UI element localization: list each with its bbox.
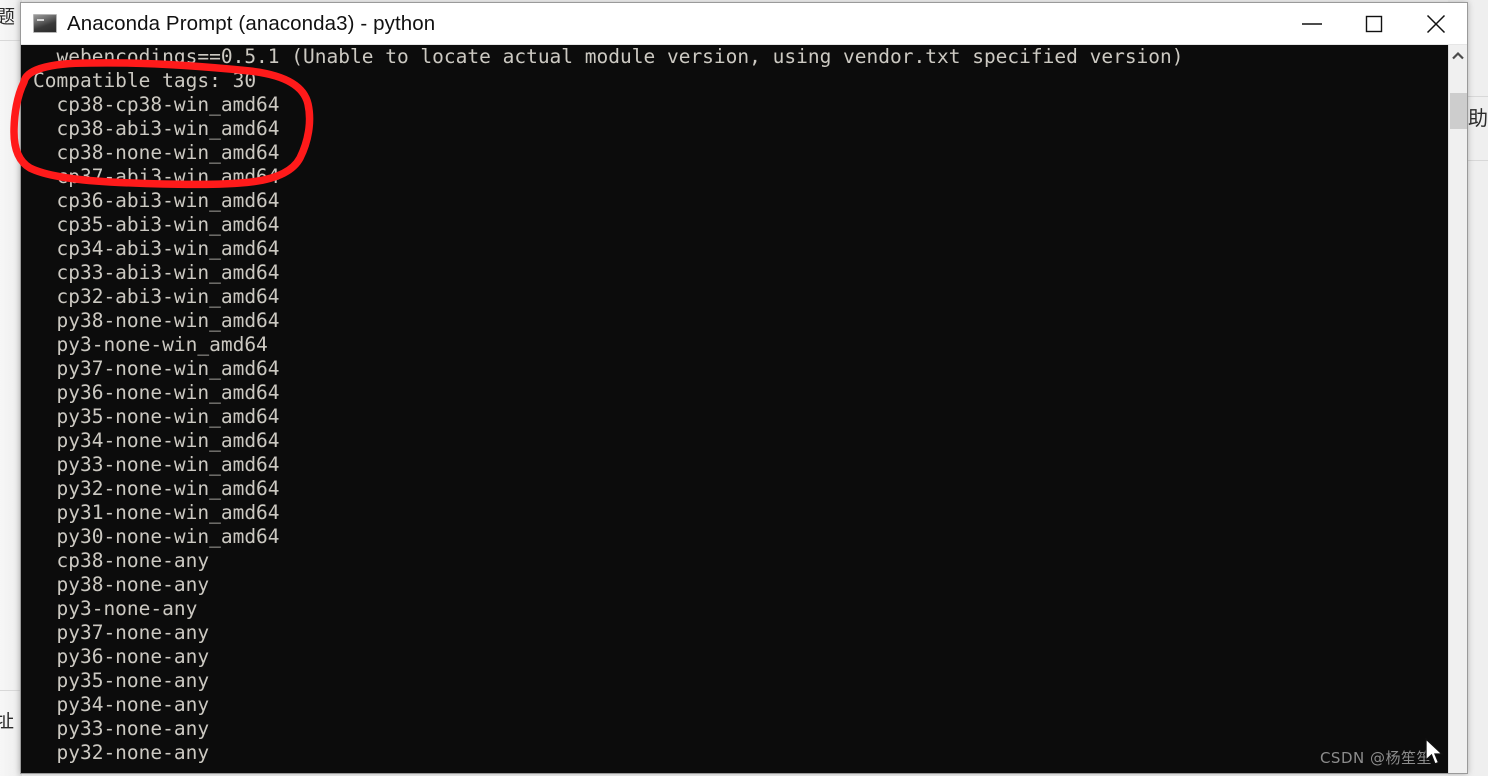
scrollbar-up-button[interactable] (1449, 45, 1467, 67)
anaconda-prompt-window: Anaconda Prompt (anaconda3) - python web… (20, 2, 1468, 774)
console-line: cp36-abi3-win_amd64 (33, 189, 280, 212)
console-line: py37-none-win_amd64 (33, 357, 280, 380)
maximize-button[interactable] (1343, 3, 1405, 44)
console-line: cp38-abi3-win_amd64 (33, 117, 280, 140)
console-text: webencodings==0.5.1 (Unable to locate ac… (33, 45, 1184, 765)
console-line: py33-none-win_amd64 (33, 453, 280, 476)
console-line: cp32-abi3-win_amd64 (33, 285, 280, 308)
console-line: py34-none-any (33, 693, 210, 716)
window-titlebar[interactable]: Anaconda Prompt (anaconda3) - python (21, 3, 1467, 45)
chevron-up-icon (1451, 51, 1465, 61)
console-line: py3-none-win_amd64 (33, 333, 268, 356)
minimize-button[interactable] (1281, 3, 1343, 44)
console-line: py33-none-any (33, 717, 210, 740)
background-divider (0, 690, 22, 691)
background-glyph-top-left: 题 (0, 8, 16, 27)
console-line: py38-none-any (33, 573, 210, 596)
console-output-area[interactable]: webencodings==0.5.1 (Unable to locate ac… (21, 45, 1467, 773)
console-icon (33, 14, 57, 33)
console-line: cp38-cp38-win_amd64 (33, 93, 280, 116)
background-left-strip (0, 0, 22, 776)
close-icon (1425, 13, 1447, 35)
console-line: cp33-abi3-win_amd64 (33, 261, 280, 284)
csdn-watermark: CSDN @杨笙笙 (1319, 749, 1432, 767)
console-line: py35-none-win_amd64 (33, 405, 280, 428)
console-line: Compatible tags: 30 (33, 69, 257, 92)
console-line: py36-none-win_amd64 (33, 381, 280, 404)
console-line: py35-none-any (33, 669, 210, 692)
console-line: cp38-none-any (33, 549, 210, 572)
scrollbar-thumb[interactable] (1450, 93, 1467, 129)
console-line: webencodings==0.5.1 (Unable to locate ac… (33, 45, 1184, 68)
window-title: Anaconda Prompt (anaconda3) - python (67, 11, 436, 35)
minimize-icon (1299, 17, 1325, 31)
console-line: py32-none-win_amd64 (33, 477, 280, 500)
console-line: cp34-abi3-win_amd64 (33, 237, 280, 260)
background-glyph-bottom-left: 址 (0, 712, 15, 731)
background-glyph-right: 助 (1468, 108, 1488, 128)
console-scrollbar[interactable] (1448, 45, 1467, 773)
mouse-cursor-icon (1424, 737, 1448, 768)
screenshot-root: 题 址 助 Anaconda Prompt (anaconda3) - pyth… (0, 0, 1488, 776)
console-line: py31-none-win_amd64 (33, 501, 280, 524)
console-line: py37-none-any (33, 621, 210, 644)
console-line: py38-none-win_amd64 (33, 309, 280, 332)
console-line: py3-none-any (33, 597, 198, 620)
close-button[interactable] (1405, 3, 1467, 44)
console-line: py34-none-win_amd64 (33, 429, 280, 452)
maximize-icon (1364, 14, 1384, 34)
console-line: py30-none-win_amd64 (33, 525, 280, 548)
background-divider (0, 40, 22, 41)
console-line: py36-none-any (33, 645, 210, 668)
console-line: py32-none-any (33, 741, 210, 764)
console-line: cp35-abi3-win_amd64 (33, 213, 280, 236)
console-line: cp38-none-win_amd64 (33, 141, 280, 164)
console-line: cp37-abi3-win_amd64 (33, 165, 280, 188)
